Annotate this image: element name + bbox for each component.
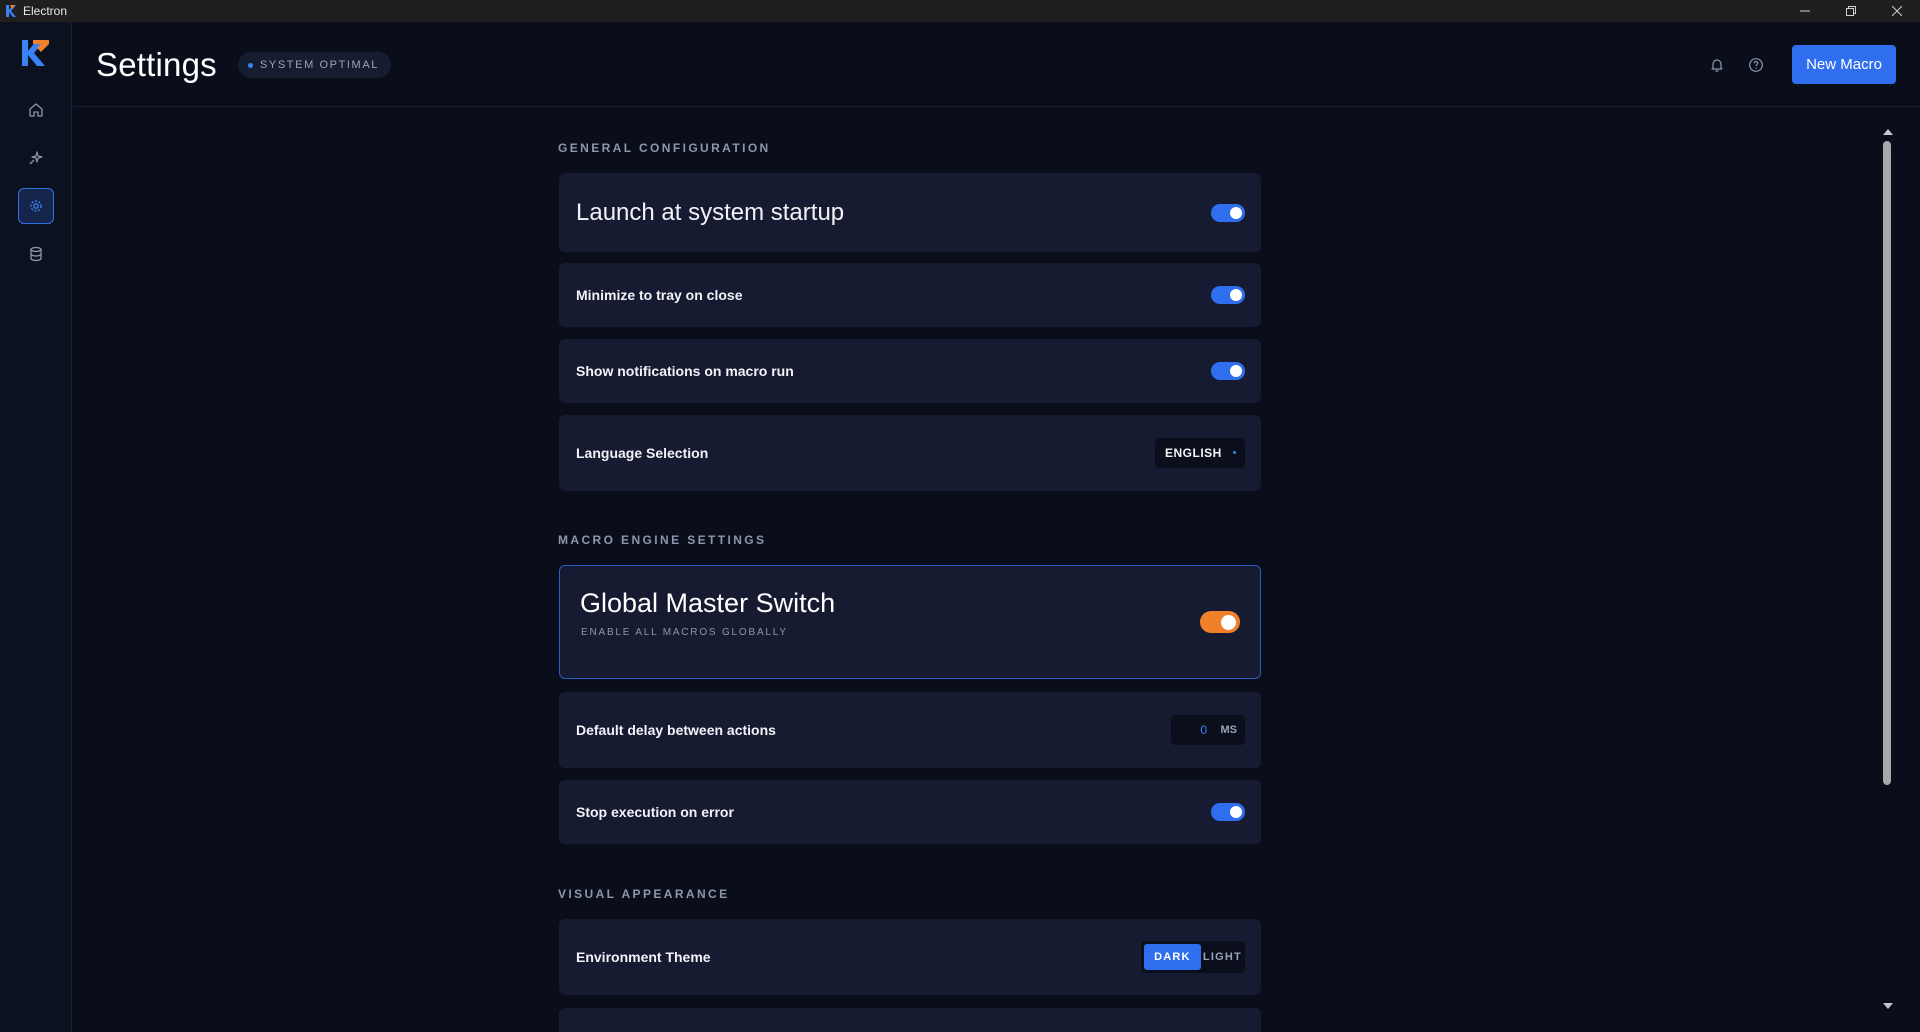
sparkle-icon [29,151,43,165]
setting-launch-startup: Launch at system startup [559,173,1261,252]
setting-label: Environment Theme [576,949,711,965]
minimize-icon[interactable] [1782,0,1828,22]
section-title-general: GENERAL CONFIGURATION [558,141,771,155]
toggle-knob [1221,614,1236,630]
settings-content: GENERAL CONFIGURATION Launch at system s… [73,108,1883,1032]
setting-label: Stop execution on error [576,804,734,820]
minimize-tray-toggle[interactable] [1211,286,1245,304]
toggle-knob [1230,806,1242,818]
theme-option-light[interactable]: LIGHT [1203,944,1242,970]
help-icon[interactable] [1746,55,1766,75]
setting-label: Launch at system startup [576,198,845,226]
toggle-knob [1230,206,1242,219]
setting-label: Default delay between actions [576,722,776,738]
scroll-up-icon[interactable] [1883,129,1893,135]
chevron-down-icon [1233,451,1236,454]
setting-minimize-tray: Minimize to tray on close [559,263,1261,327]
scroll-down-icon[interactable] [1883,1003,1893,1009]
scroll-thumb[interactable] [1883,141,1891,785]
sidebar-item-data[interactable] [18,236,54,272]
setting-stop-on-error: Stop execution on error [559,780,1261,844]
app-logo-icon [6,5,16,17]
status-badge: SYSTEM OPTIMAL [238,52,391,78]
delay-value: 0 [1200,723,1207,737]
page-header: Settings SYSTEM OPTIMAL New Macro [73,22,1920,107]
setting-language: Language Selection ENGLISH [559,415,1261,491]
language-value: ENGLISH [1165,446,1222,460]
delay-input[interactable]: 0 MS [1171,715,1245,745]
setting-default-delay: Default delay between actions 0 MS [559,692,1261,768]
content-scrollbar[interactable] [1880,127,1894,1011]
toggle-knob [1230,289,1242,301]
setting-notifications: Show notifications on macro run [559,339,1261,403]
setting-card-partial [559,1008,1261,1032]
section-title-engine: MACRO ENGINE SETTINGS [558,533,767,547]
home-icon [29,103,43,117]
launch-startup-toggle[interactable] [1211,203,1245,222]
window-title: Electron [23,4,68,18]
section-title-appearance: VISUAL APPEARANCE [558,887,730,901]
status-dot [248,62,253,68]
setting-environment-theme: Environment Theme DARK LIGHT [559,919,1261,995]
master-switch-title: Global Master Switch [580,588,836,618]
stop-on-error-toggle[interactable] [1211,803,1245,821]
theme-segmented-control: DARK LIGHT [1141,941,1245,973]
restore-icon[interactable] [1828,0,1874,22]
toggle-knob [1230,365,1242,377]
theme-option-dark[interactable]: DARK [1144,944,1201,970]
setting-label: Minimize to tray on close [576,287,743,303]
bell-icon[interactable] [1707,55,1727,75]
notifications-toggle[interactable] [1211,362,1245,380]
new-macro-button[interactable]: New Macro [1792,45,1896,84]
database-icon [30,246,42,262]
master-switch-toggle[interactable] [1200,611,1240,633]
setting-label: Language Selection [576,445,709,461]
gear-icon [30,200,42,212]
sidebar-item-home[interactable] [18,92,54,128]
sidebar-item-macros[interactable] [18,140,54,176]
close-icon[interactable] [1874,0,1920,22]
master-switch-subtitle: ENABLE ALL MACROS GLOBALLY [581,627,788,638]
sidebar [0,22,72,1032]
page-title: Settings [96,46,217,83]
setting-global-master-switch: Global Master Switch ENABLE ALL MACROS G… [559,565,1261,679]
language-select[interactable]: ENGLISH [1155,438,1245,468]
window-controls [1782,0,1920,22]
delay-unit: MS [1220,724,1238,736]
brand-logo-icon [22,40,49,66]
setting-label: Show notifications on macro run [576,363,794,379]
status-text: SYSTEM OPTIMAL [260,59,379,71]
window-titlebar: Electron [0,0,1920,22]
sidebar-item-settings[interactable] [18,188,54,224]
